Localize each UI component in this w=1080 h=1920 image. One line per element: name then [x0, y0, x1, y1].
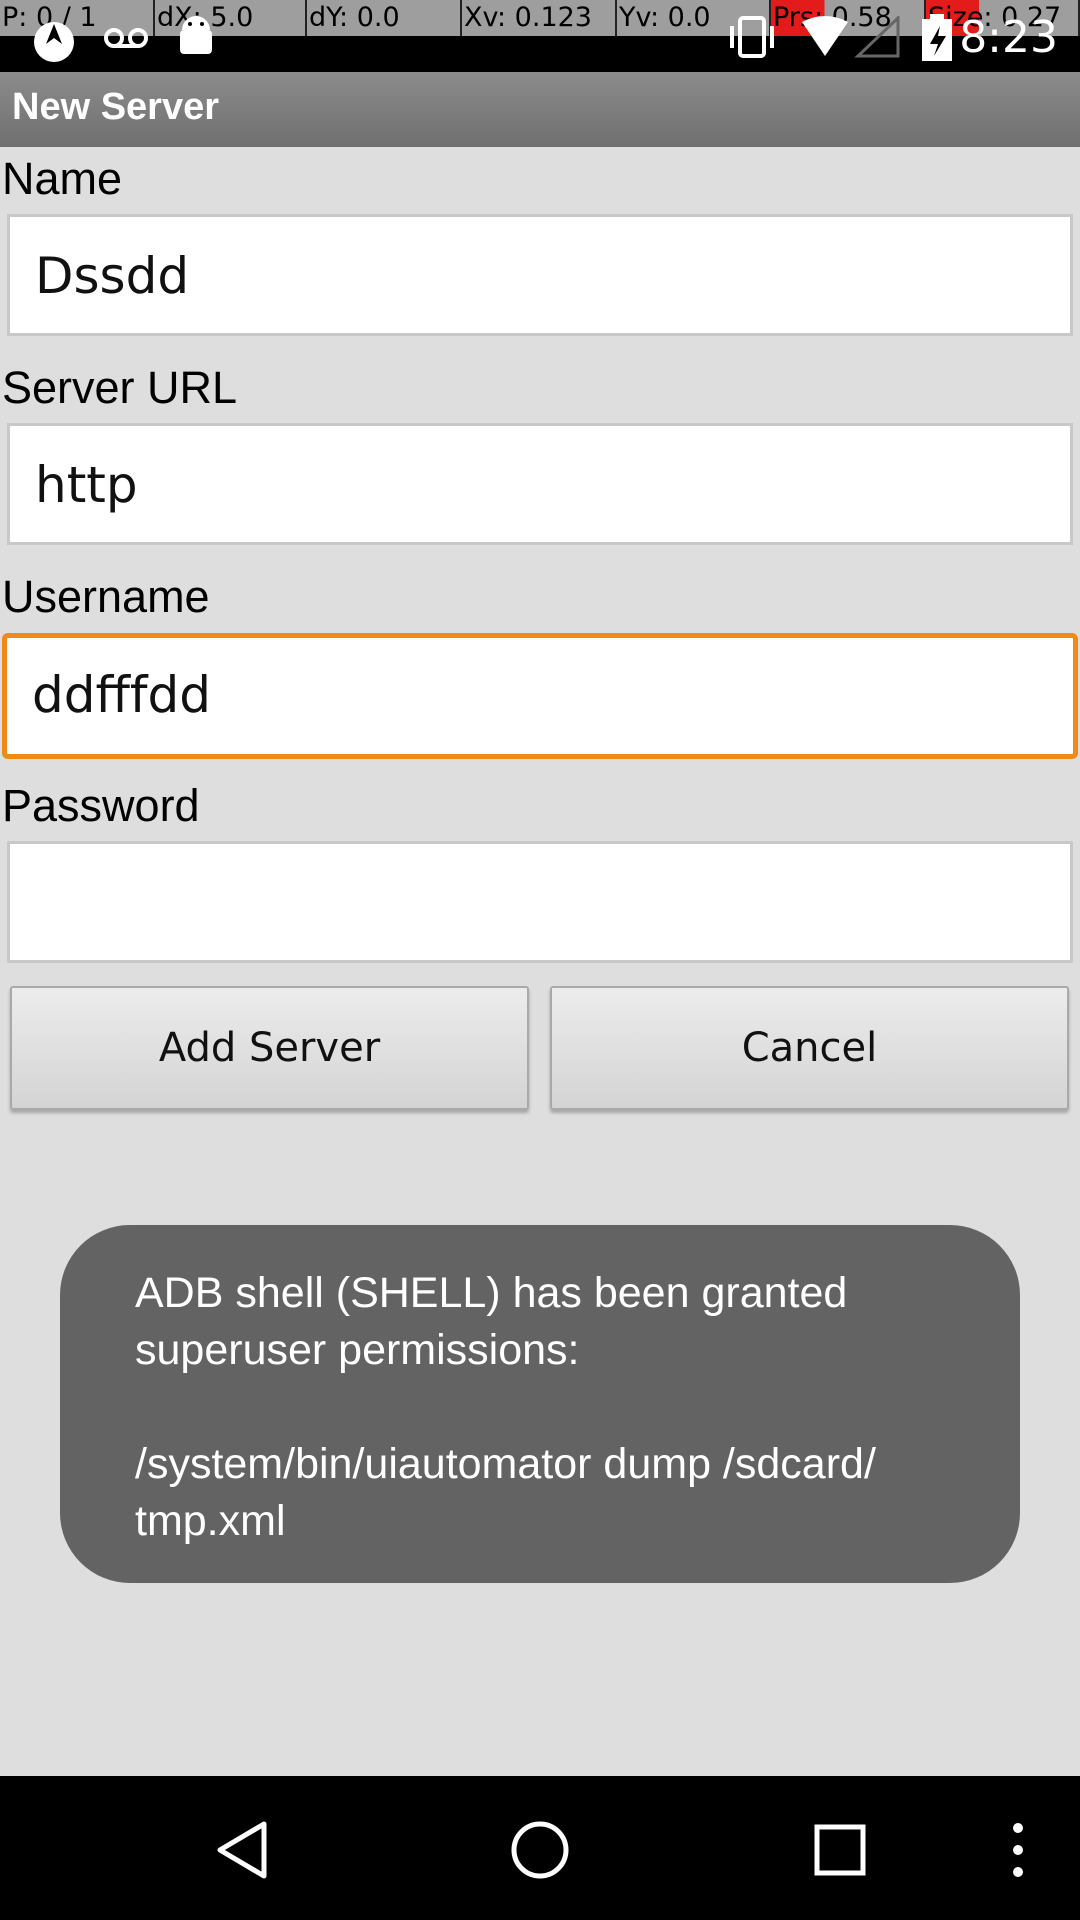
- password-label: Password: [2, 780, 200, 831]
- pointer-location-overlay: P: 0 / 1 dX: 5.0 dY: 0.0 Xv: 0.123 Yv: 0…: [0, 0, 1080, 36]
- overflow-menu-icon[interactable]: [1006, 1820, 1030, 1880]
- page-title: New Server: [12, 86, 220, 128]
- username-field[interactable]: ddfffdd: [2, 633, 1078, 759]
- cancel-button[interactable]: Cancel: [550, 986, 1069, 1110]
- superuser-toast: ADB shell (SHELL) has been granted super…: [60, 1225, 1020, 1583]
- name-field-value: Dssdd: [35, 247, 190, 305]
- server-url-field[interactable]: http: [7, 423, 1073, 545]
- debug-dy: dY: 0.0: [307, 0, 462, 36]
- status-bar: P: 0 / 1 dX: 5.0 dY: 0.0 Xv: 0.123 Yv: 0…: [0, 0, 1080, 72]
- status-clock: 8:23: [959, 12, 1058, 63]
- wifi-icon: [802, 16, 848, 56]
- vibrate-icon: [730, 16, 774, 58]
- battery-icon: [922, 14, 952, 61]
- back-icon[interactable]: [214, 1820, 270, 1880]
- server-url-label: Server URL: [2, 362, 238, 413]
- name-field[interactable]: Dssdd: [7, 214, 1073, 336]
- title-bar: New Server: [0, 72, 1080, 147]
- voicemail-icon: [104, 28, 148, 48]
- home-icon[interactable]: [510, 1820, 570, 1880]
- name-label: Name: [2, 153, 123, 204]
- server-url-field-value: http: [35, 456, 138, 514]
- password-field[interactable]: [7, 841, 1073, 963]
- add-server-button[interactable]: Add Server: [10, 986, 529, 1110]
- android-icon: [180, 16, 212, 54]
- username-label: Username: [2, 571, 210, 622]
- recents-icon[interactable]: [814, 1824, 866, 1876]
- navigation-bar: [0, 1776, 1080, 1920]
- app-notification-icon: [34, 22, 74, 62]
- username-field-value: ddfffdd: [32, 666, 212, 724]
- debug-xv: Xv: 0.123: [462, 0, 617, 36]
- signal-icon: [854, 16, 900, 58]
